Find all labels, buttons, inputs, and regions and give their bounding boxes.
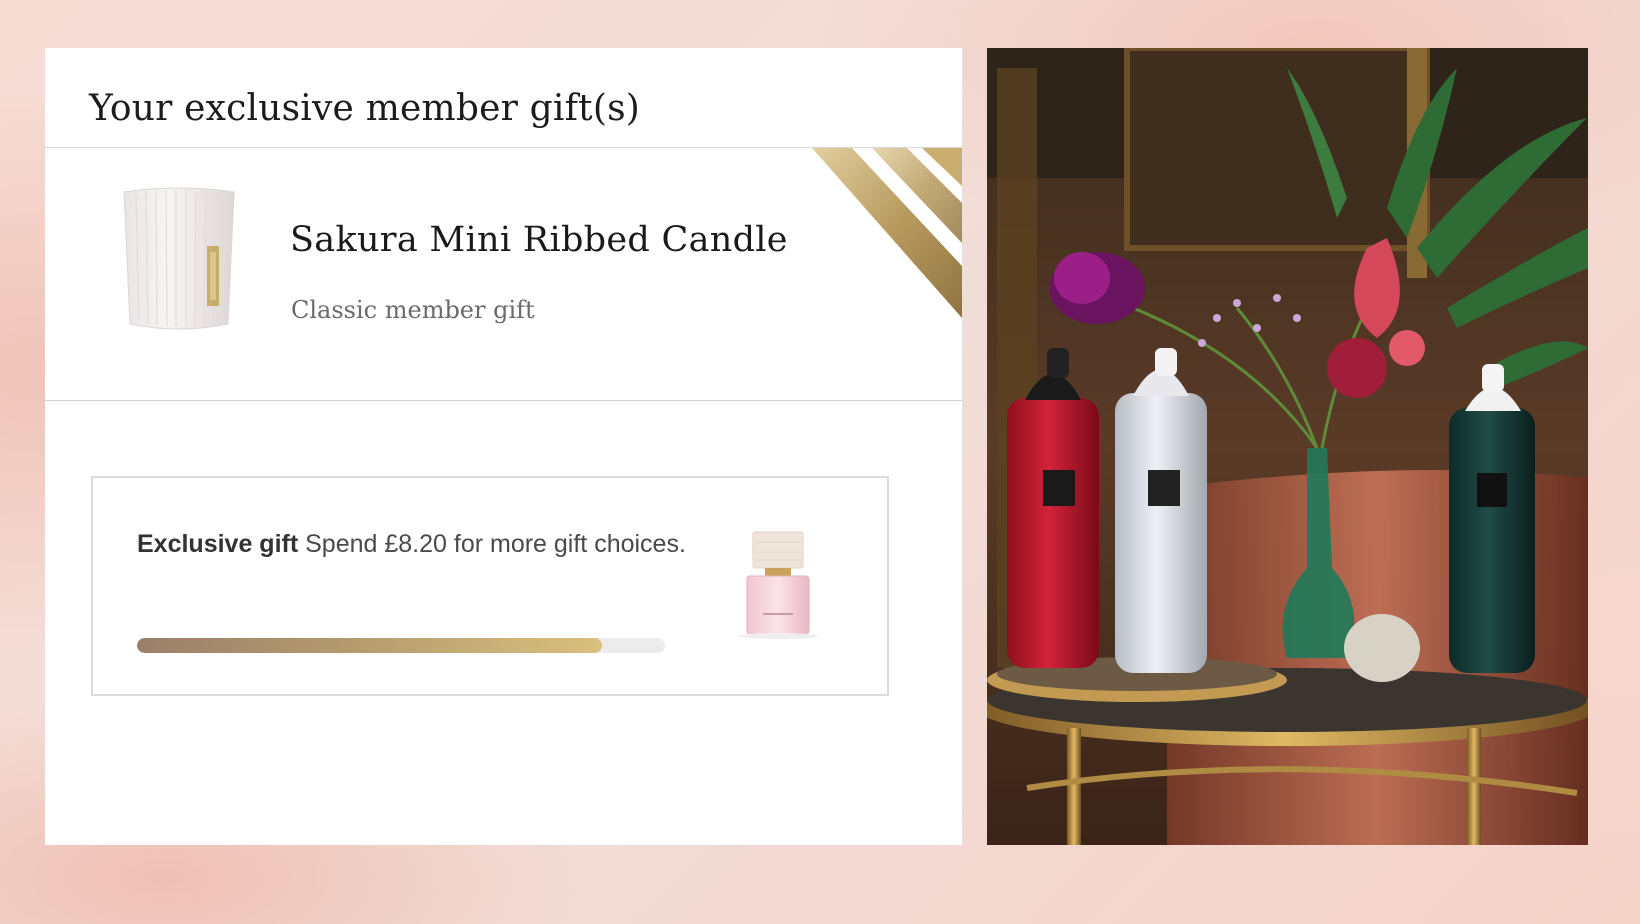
- member-gifts-panel: Your exclusive member gift(s) Sakura Min…: [45, 48, 963, 845]
- page-title: Your exclusive member gift(s): [89, 88, 640, 129]
- progress-message: Exclusive gift Spend £8.20 for more gift…: [137, 530, 686, 559]
- perfume-product-image: [738, 531, 818, 639]
- gift-item[interactable]: Sakura Mini Ribbed Candle Classic member…: [45, 148, 962, 401]
- progress-bar-fill: [137, 638, 602, 653]
- gift-name: Sakura Mini Ribbed Candle: [290, 220, 788, 260]
- panel-header: Your exclusive member gift(s): [45, 48, 962, 148]
- lifestyle-photo: [987, 48, 1588, 845]
- progress-description: Spend £8.20 for more gift choices.: [305, 530, 686, 558]
- gift-type: Classic member gift: [291, 296, 535, 324]
- gift-progress-card: Exclusive gift Spend £8.20 for more gift…: [91, 476, 889, 696]
- candle-product-image: [123, 187, 235, 330]
- gold-ribbon-decoration: [812, 148, 962, 318]
- progress-bar-track: [137, 638, 665, 653]
- progress-label: Exclusive gift: [137, 530, 299, 558]
